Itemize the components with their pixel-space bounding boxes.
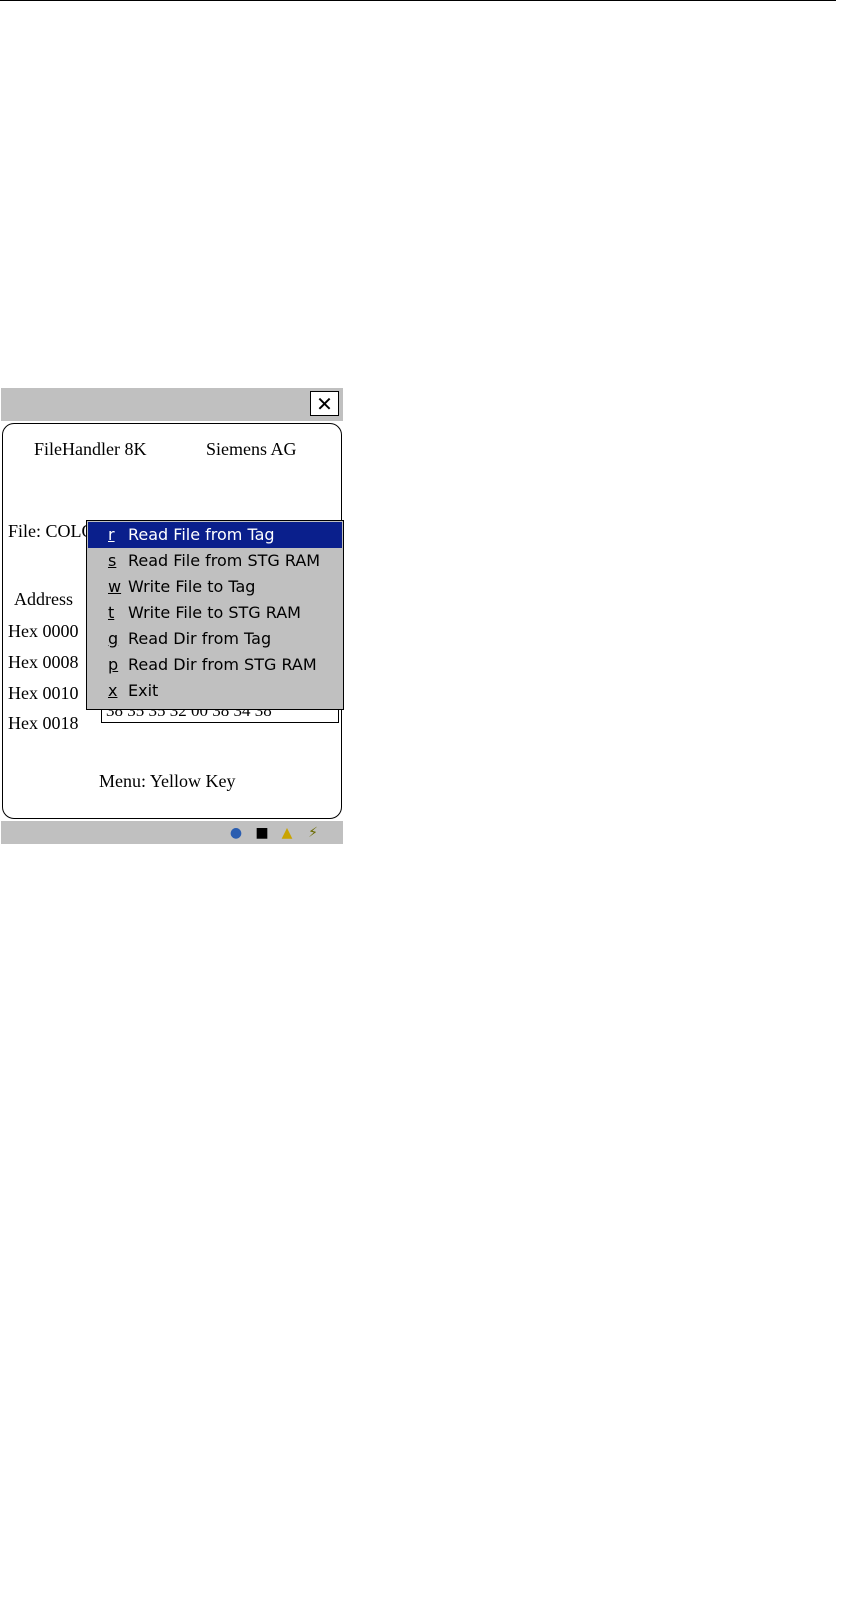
vendor-label: Siemens AG (206, 439, 297, 459)
menu-label: Read Dir from Tag (128, 629, 272, 648)
menu-label: Write File to STG RAM (128, 603, 301, 622)
row-address-2: Hex 0010 (8, 683, 79, 703)
menu-label: Write File to Tag (128, 577, 256, 596)
close-button[interactable]: ✕ (310, 391, 339, 416)
menu-key: w (108, 577, 122, 596)
menu-key: x (108, 681, 118, 700)
popup-menu: r Read File from Tag s Read File from ST… (86, 520, 344, 710)
menu-item-exit[interactable]: x Exit (88, 678, 342, 704)
card-icon[interactable]: ■ (253, 824, 271, 842)
menu-item-read-dir-from-tag[interactable]: g Read Dir from Tag (88, 626, 342, 652)
app-title: FileHandler 8K (34, 439, 147, 459)
menu-item-write-file-to-stg-ram[interactable]: t Write File to STG RAM (88, 600, 342, 626)
menu-label: Read Dir from STG RAM (128, 655, 317, 674)
network-icon[interactable]: ● (227, 824, 245, 842)
row-address-3: Hex 0018 (8, 713, 79, 733)
menu-label: Exit (128, 681, 159, 700)
close-icon: ✕ (316, 391, 333, 416)
row-address-1: Hex 0008 (8, 652, 79, 672)
menu-key: t (108, 603, 115, 622)
page-top-rule (0, 0, 836, 1)
menu-item-read-file-from-stg-ram[interactable]: s Read File from STG RAM (88, 548, 342, 574)
menu-item-read-dir-from-stg-ram[interactable]: p Read Dir from STG RAM (88, 652, 342, 678)
address-header: Address (14, 589, 73, 609)
title-bar: ✕ (1, 388, 343, 421)
row-address-0: Hex 0000 (8, 621, 79, 641)
menu-key: g (108, 629, 119, 648)
power-plug-icon[interactable]: ⚡ (304, 824, 322, 842)
taskbar: ● ■ ▲ ⚡ (1, 821, 343, 844)
lock-icon[interactable]: ▲ (278, 824, 296, 842)
menu-hint: Menu: Yellow Key (99, 771, 236, 791)
menu-label: Read File from STG RAM (128, 551, 321, 570)
menu-item-write-file-to-tag[interactable]: w Write File to Tag (88, 574, 342, 600)
menu-item-read-file-from-tag[interactable]: r Read File from Tag (88, 522, 342, 548)
device-screen: ✕ FileHandler 8K Siemens AG File: COLOR … (1, 388, 344, 844)
menu-label: Read File from Tag (128, 525, 275, 544)
menu-key: p (108, 655, 119, 674)
menu-key: r (108, 525, 115, 544)
menu-key: s (108, 551, 117, 570)
